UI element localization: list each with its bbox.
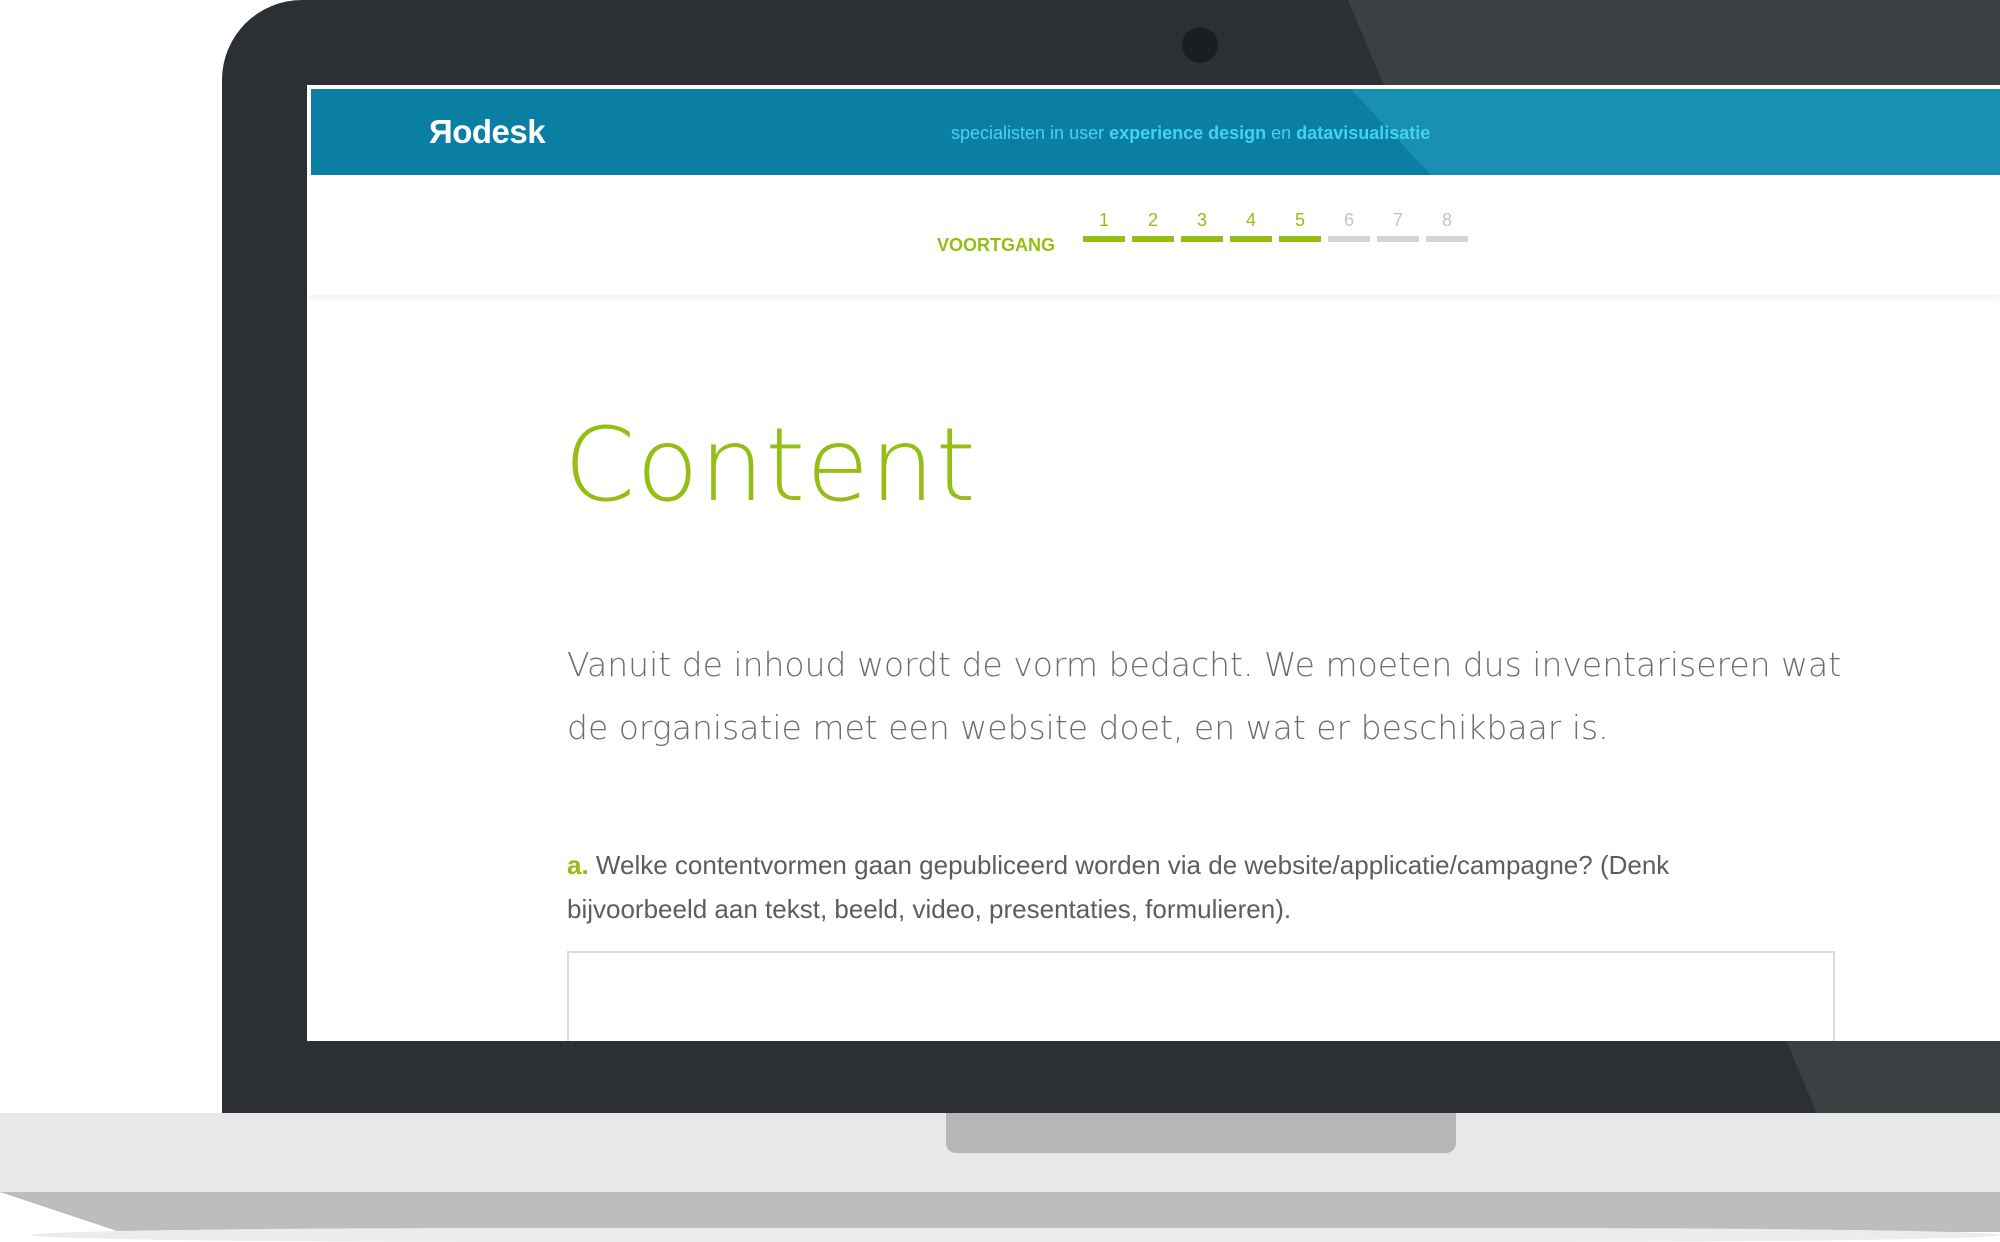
progress-step-6[interactable]: 6: [1328, 210, 1370, 242]
intro-text: Vanuit de inhoud wordt de vorm bedacht. …: [567, 645, 1842, 747]
progress-step-number: 1: [1098, 210, 1109, 230]
site-logo[interactable]: Яodesk: [429, 113, 546, 151]
question-marker: a.: [567, 850, 589, 880]
progress-steps: 1 2 3 4 5 6 7 8: [1083, 210, 1475, 242]
answer-textarea[interactable]: [567, 951, 1835, 1041]
progress-step-1[interactable]: 1: [1083, 210, 1125, 242]
progress-step-7[interactable]: 7: [1377, 210, 1419, 242]
site-header: Яodesk specialisten in user experience d…: [311, 89, 2000, 175]
progress-step-number: 5: [1294, 210, 1305, 230]
progress-step-2[interactable]: 2: [1132, 210, 1174, 242]
tagline-mid: en: [1266, 123, 1297, 143]
progress-step-bar: [1279, 236, 1321, 242]
progress-step-number: 2: [1147, 210, 1158, 230]
progress-step-number: 8: [1441, 210, 1452, 230]
question-text: Welke contentvormen gaan gepubliceerd wo…: [567, 850, 1670, 924]
progress-step-bar: [1328, 236, 1370, 242]
laptop-screen: Яodesk specialisten in user experience d…: [307, 85, 2000, 1041]
progress-step-number: 3: [1196, 210, 1207, 230]
progress-step-8[interactable]: 8: [1426, 210, 1468, 242]
progress-step-bar: [1181, 236, 1223, 242]
laptop-hinge-notch: [946, 1113, 1456, 1153]
question-a: a. Welke contentvormen gaan gepubliceerd…: [567, 843, 1807, 931]
tagline-prefix: specialisten in user: [951, 123, 1110, 143]
progress-step-number: 7: [1392, 210, 1403, 230]
progress-step-bar: [1083, 236, 1125, 242]
progress-step-number: 6: [1343, 210, 1354, 230]
progress-step-bar: [1377, 236, 1419, 242]
laptop-base-edge: [0, 1192, 2000, 1232]
tagline-strong-ux: experience design: [1109, 123, 1267, 143]
tagline-strong-dataviz: datavisualisatie: [1296, 123, 1431, 143]
progress-step-5[interactable]: 5: [1279, 210, 1321, 242]
laptop-shadow: [30, 1228, 2000, 1242]
progress-label: VOORTGANG: [937, 235, 1056, 255]
progress-step-number: 4: [1245, 210, 1256, 230]
page-title: Content: [564, 406, 977, 525]
progress-step-3[interactable]: 3: [1181, 210, 1223, 242]
webcam-icon: [1182, 27, 1218, 63]
progress-step-bar: [1132, 236, 1174, 242]
progress-bar-section: VOORTGANG 1 2 3 4 5 6 7 8: [307, 175, 2000, 295]
progress-step-bar: [1426, 236, 1468, 242]
progress-step-4[interactable]: 4: [1230, 210, 1272, 242]
progress-step-bar: [1230, 236, 1272, 242]
site-tagline: specialisten in user experience design e…: [951, 123, 1430, 144]
header-glare: [1351, 89, 2000, 175]
